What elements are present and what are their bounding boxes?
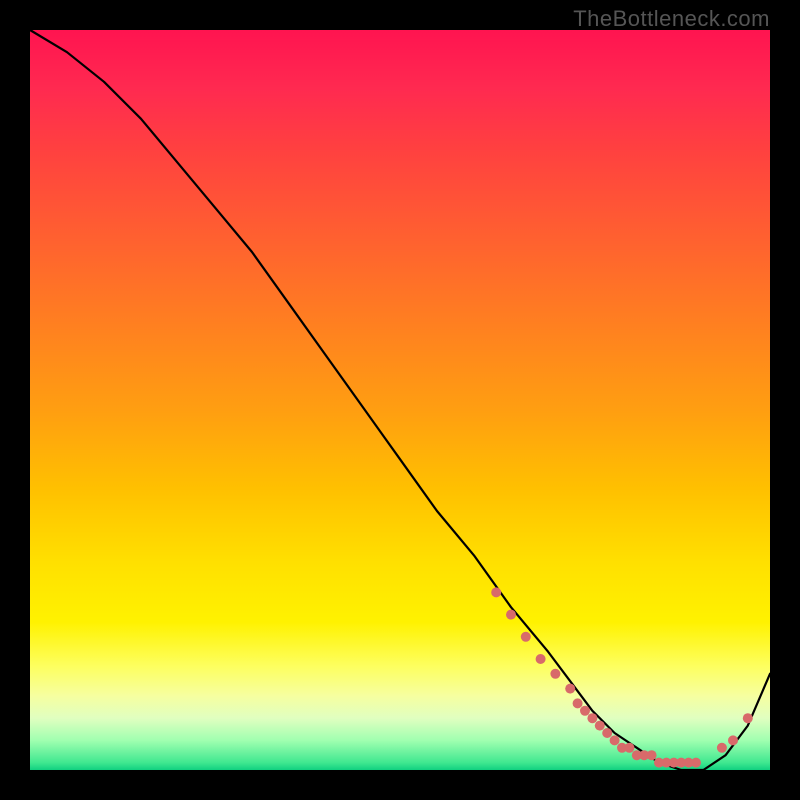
curve-line bbox=[30, 30, 770, 770]
plot-area bbox=[30, 30, 770, 770]
marker-dot bbox=[647, 750, 657, 760]
chart-svg bbox=[30, 30, 770, 770]
marker-group bbox=[491, 587, 753, 767]
marker-dot bbox=[491, 587, 501, 597]
marker-dot bbox=[521, 632, 531, 642]
marker-dot bbox=[536, 654, 546, 664]
marker-dot bbox=[610, 735, 620, 745]
marker-dot bbox=[602, 728, 612, 738]
marker-dot bbox=[573, 698, 583, 708]
marker-dot bbox=[580, 706, 590, 716]
marker-dot bbox=[587, 713, 597, 723]
marker-dot bbox=[506, 610, 516, 620]
marker-dot bbox=[691, 758, 701, 768]
marker-dot bbox=[595, 721, 605, 731]
marker-dot bbox=[565, 684, 575, 694]
marker-dot bbox=[624, 743, 634, 753]
marker-dot bbox=[550, 669, 560, 679]
marker-dot bbox=[743, 713, 753, 723]
marker-dot bbox=[728, 735, 738, 745]
marker-dot bbox=[717, 743, 727, 753]
watermark-text: TheBottleneck.com bbox=[573, 6, 770, 32]
chart-stage: TheBottleneck.com bbox=[0, 0, 800, 800]
